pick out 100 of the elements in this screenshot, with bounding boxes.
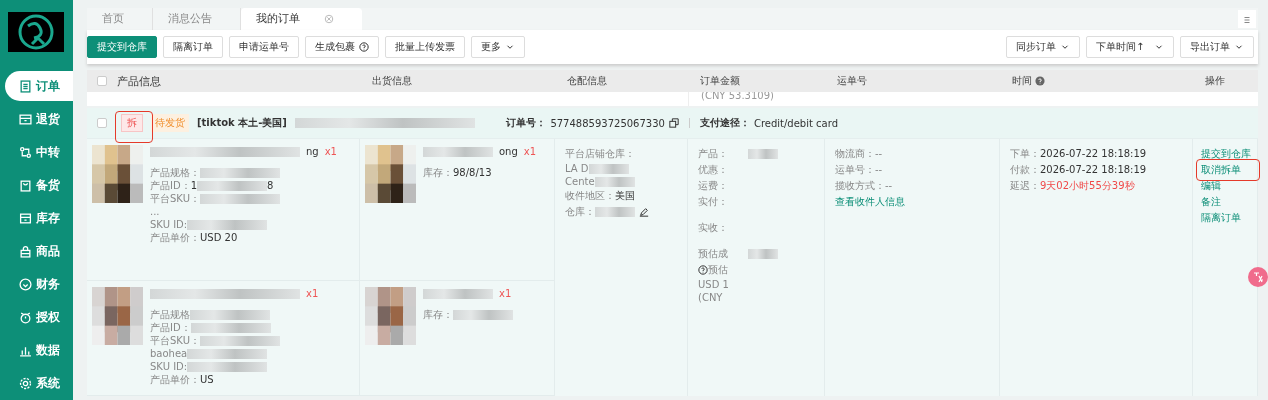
blurred-text <box>453 310 513 320</box>
field-value: 2026-07-22 18:18:19 <box>1040 164 1147 175</box>
action-link[interactable]: 备注 <box>1201 195 1221 209</box>
sidebar-item[interactable]: 系统 <box>5 368 73 398</box>
field-value: 9天02小时55分39秒 <box>1040 180 1135 191</box>
field-label: 预估 <box>708 264 728 275</box>
field-label: 平台SKU： <box>150 193 200 204</box>
link[interactable]: 查看收件人信息 <box>835 195 905 209</box>
quantity: x1 <box>523 145 537 158</box>
toolbar-button[interactable]: 隔离订单 <box>163 36 223 58</box>
field-label: 运费： <box>698 180 728 191</box>
checkbox[interactable] <box>97 76 107 86</box>
list-icon <box>19 79 32 93</box>
blurred-text <box>423 288 493 299</box>
field-value: 美国 <box>615 190 635 201</box>
field-label: 库存： <box>423 167 453 178</box>
action-link[interactable]: 编辑 <box>1201 179 1221 193</box>
sidebar-item[interactable]: 订单 <box>5 71 73 101</box>
field-label: 实付： <box>698 196 728 207</box>
sort-select[interactable]: 下单时间↑ <box>1086 36 1174 58</box>
toolbar-button[interactable]: 提交到仓库 <box>87 36 157 58</box>
sidebar-item[interactable]: 库存 <box>5 203 73 233</box>
field-label: 下单： <box>1010 148 1040 159</box>
field-label: 预估成 <box>698 248 728 259</box>
field-value: 98/8/13 <box>453 167 492 178</box>
toolbar-button[interactable]: 申请运单号 <box>229 36 299 58</box>
field-label: 付款： <box>1010 164 1040 175</box>
blurred-text <box>423 146 493 157</box>
sidebar-item[interactable]: 商品 <box>5 236 73 266</box>
toolbar-button[interactable]: 生成包裹 <box>305 36 379 58</box>
field-label: SKU ID: <box>150 361 188 372</box>
column-header: 仓配信息 <box>567 74 607 88</box>
quantity: x1 <box>499 287 512 300</box>
field-label: 仓库： <box>565 206 595 217</box>
blurred-text <box>748 249 778 259</box>
toolbar-button[interactable]: 更多 <box>471 36 525 58</box>
field-label: 产品规格： <box>150 167 200 178</box>
cabinet-icon <box>19 211 32 225</box>
field-text: 运单号：-- <box>835 163 884 177</box>
sidebar-item[interactable]: 中转 <box>5 137 73 167</box>
blurred-text <box>595 207 635 217</box>
field-label: 收件地区： <box>565 190 615 201</box>
field-label: 产品规格 <box>150 309 190 320</box>
action-link[interactable]: 取消拆单 <box>1201 163 1241 177</box>
sidebar-item[interactable]: 数据 <box>5 335 73 365</box>
action-link[interactable]: 隔离订单 <box>1201 211 1241 225</box>
column-header: 运单号 <box>837 74 867 88</box>
field-value: 8 <box>267 180 274 191</box>
field-label: 产品单价： <box>150 374 200 385</box>
blurred-text <box>594 177 635 187</box>
help-icon <box>359 42 369 52</box>
field-label: USD 1 <box>698 279 729 290</box>
product-name: ng <box>306 145 319 158</box>
field-label: SKU ID: <box>150 219 188 230</box>
field-label: ... <box>150 206 160 217</box>
field-text: 物流商：-- <box>835 147 884 161</box>
field-label: 产品ID： <box>150 180 191 191</box>
toolbar-button[interactable]: 导出订单 <box>1180 36 1254 58</box>
flow-icon <box>19 145 32 159</box>
field-label: 平台SKU： <box>150 335 200 346</box>
sidebar-item[interactable]: 财务 <box>5 269 73 299</box>
status-tag: 待发货 <box>151 114 189 132</box>
field-label: 支付途径： <box>699 116 750 130</box>
column-header: 时间 <box>1012 74 1032 88</box>
field-value: US <box>200 374 214 385</box>
menu-button[interactable] <box>1238 10 1256 28</box>
field-label: 实收： <box>698 222 728 233</box>
amount-text: (CNY 53.3109) <box>688 92 825 106</box>
coin-icon <box>19 277 32 291</box>
checkbox[interactable] <box>97 118 107 128</box>
split-tag: 拆 <box>121 114 143 132</box>
field-label: 延迟： <box>1010 180 1040 191</box>
field-label: LA D <box>565 163 589 174</box>
store-name: [tiktok 本土-美国] <box>197 116 287 130</box>
sidebar-item[interactable]: 退货 <box>5 104 73 134</box>
box-icon <box>19 112 32 126</box>
order-number: 577488593725067330 <box>550 117 665 129</box>
alarm-clock-icon <box>19 310 32 324</box>
toolbar-button[interactable]: 同步订单 <box>1006 36 1080 58</box>
action-link[interactable]: 提交到仓库 <box>1201 147 1251 161</box>
tab[interactable]: 我的订单 <box>241 8 362 30</box>
field-label: 平台店铺仓库： <box>565 148 635 159</box>
field-value: USD 20 <box>200 232 238 243</box>
toolbar-button[interactable]: 批量上传发票 <box>385 36 465 58</box>
field-label: 库存： <box>423 309 453 320</box>
field-label: 优惠： <box>698 164 728 175</box>
sidebar-item[interactable]: 备货 <box>5 170 73 200</box>
blurred-text <box>197 181 268 191</box>
blurred-text <box>748 149 778 159</box>
column-header: 订单金额 <box>700 74 740 88</box>
field-label: (CNY <box>698 292 723 303</box>
field-label: 订单号： <box>506 116 547 130</box>
sidebar-item[interactable]: 授权 <box>5 302 73 332</box>
field-label: 产品ID： <box>150 322 191 333</box>
field-value: 2026-07-22 18:18:19 <box>1040 148 1147 159</box>
copy-icon <box>668 118 679 128</box>
bag-icon <box>19 178 32 192</box>
column-header: 产品信息 <box>117 73 161 89</box>
settings-icon <box>19 376 32 390</box>
translate-icon <box>1248 267 1268 287</box>
